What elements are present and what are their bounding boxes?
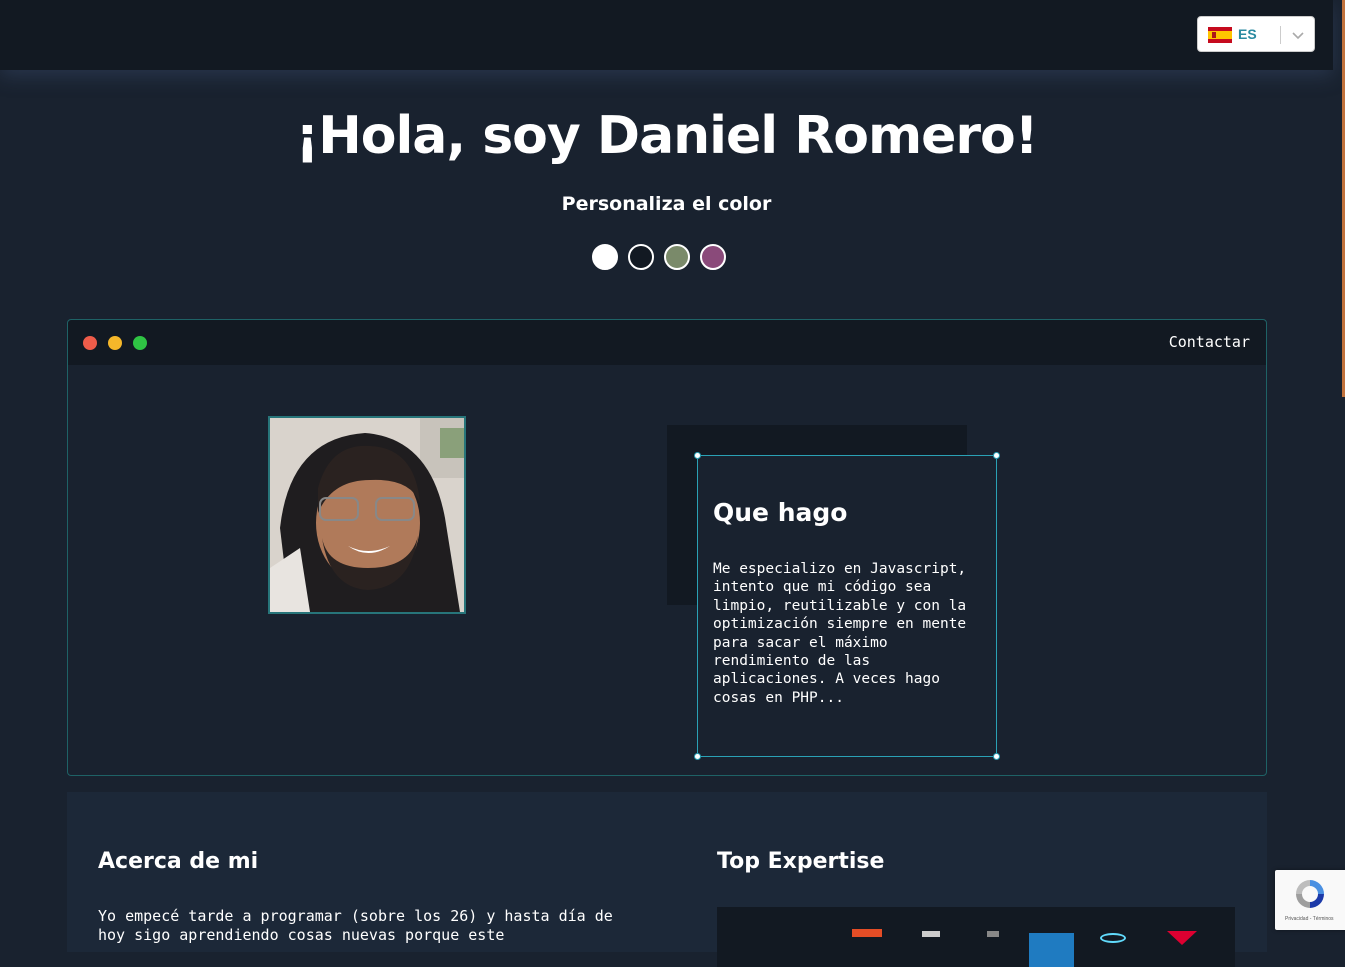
swatch-green[interactable]: [664, 244, 690, 270]
divider: [1280, 26, 1281, 44]
close-dot: [83, 336, 97, 350]
expertise-title: Top Expertise: [717, 849, 885, 874]
swatch-dark[interactable]: [628, 244, 654, 270]
typescript-icon: [1029, 933, 1074, 967]
que-hago-title: Que hago: [713, 498, 848, 527]
que-hago-text: Me especializo en Javascript, intento qu…: [713, 561, 967, 706]
react-icon: [1100, 933, 1126, 943]
angular-icon: [1167, 931, 1197, 945]
top-navbar: [0, 0, 1333, 70]
css3-icon: [922, 931, 940, 937]
resize-handle[interactable]: [993, 452, 1000, 459]
page-title: ¡Hola, soy Daniel Romero!: [295, 106, 1039, 166]
chevron-down-icon[interactable]: [1290, 26, 1306, 44]
swatch-purple[interactable]: [700, 244, 726, 270]
window-titlebar: Contactar: [68, 320, 1266, 365]
html5-icon: [852, 929, 882, 937]
color-swatches: [592, 244, 726, 270]
recaptcha-icon: [1296, 880, 1324, 908]
que-hago-card: Que hago Me especializo en Javascript, i…: [694, 452, 1000, 760]
contact-link[interactable]: Contactar: [1169, 333, 1250, 351]
about-text: Yo empecé tarde a programar (sobre los 2…: [98, 907, 613, 944]
resize-handle[interactable]: [993, 753, 1000, 760]
about-section: Acerca de mi Yo empecé tarde a programar…: [67, 792, 1267, 967]
maximize-dot: [133, 336, 147, 350]
resize-handle[interactable]: [694, 452, 701, 459]
swatch-white[interactable]: [592, 244, 618, 270]
minimize-dot: [108, 336, 122, 350]
resize-handle[interactable]: [694, 753, 701, 760]
recaptcha-badge[interactable]: Privacidad - Términos: [1275, 870, 1345, 930]
customize-color-label: Personaliza el color: [561, 193, 772, 215]
language-selector[interactable]: ES: [1197, 16, 1315, 52]
profile-photo: [268, 416, 466, 614]
js-icon: [987, 931, 999, 937]
language-code: ES: [1238, 26, 1257, 42]
spain-flag-icon: [1208, 27, 1232, 43]
expertise-logos: [717, 907, 1235, 967]
recaptcha-footer: Privacidad - Términos: [1285, 916, 1334, 922]
about-title: Acerca de mi: [98, 849, 259, 874]
browser-window: Contactar Que hago Me especializo en Jav…: [67, 319, 1267, 776]
